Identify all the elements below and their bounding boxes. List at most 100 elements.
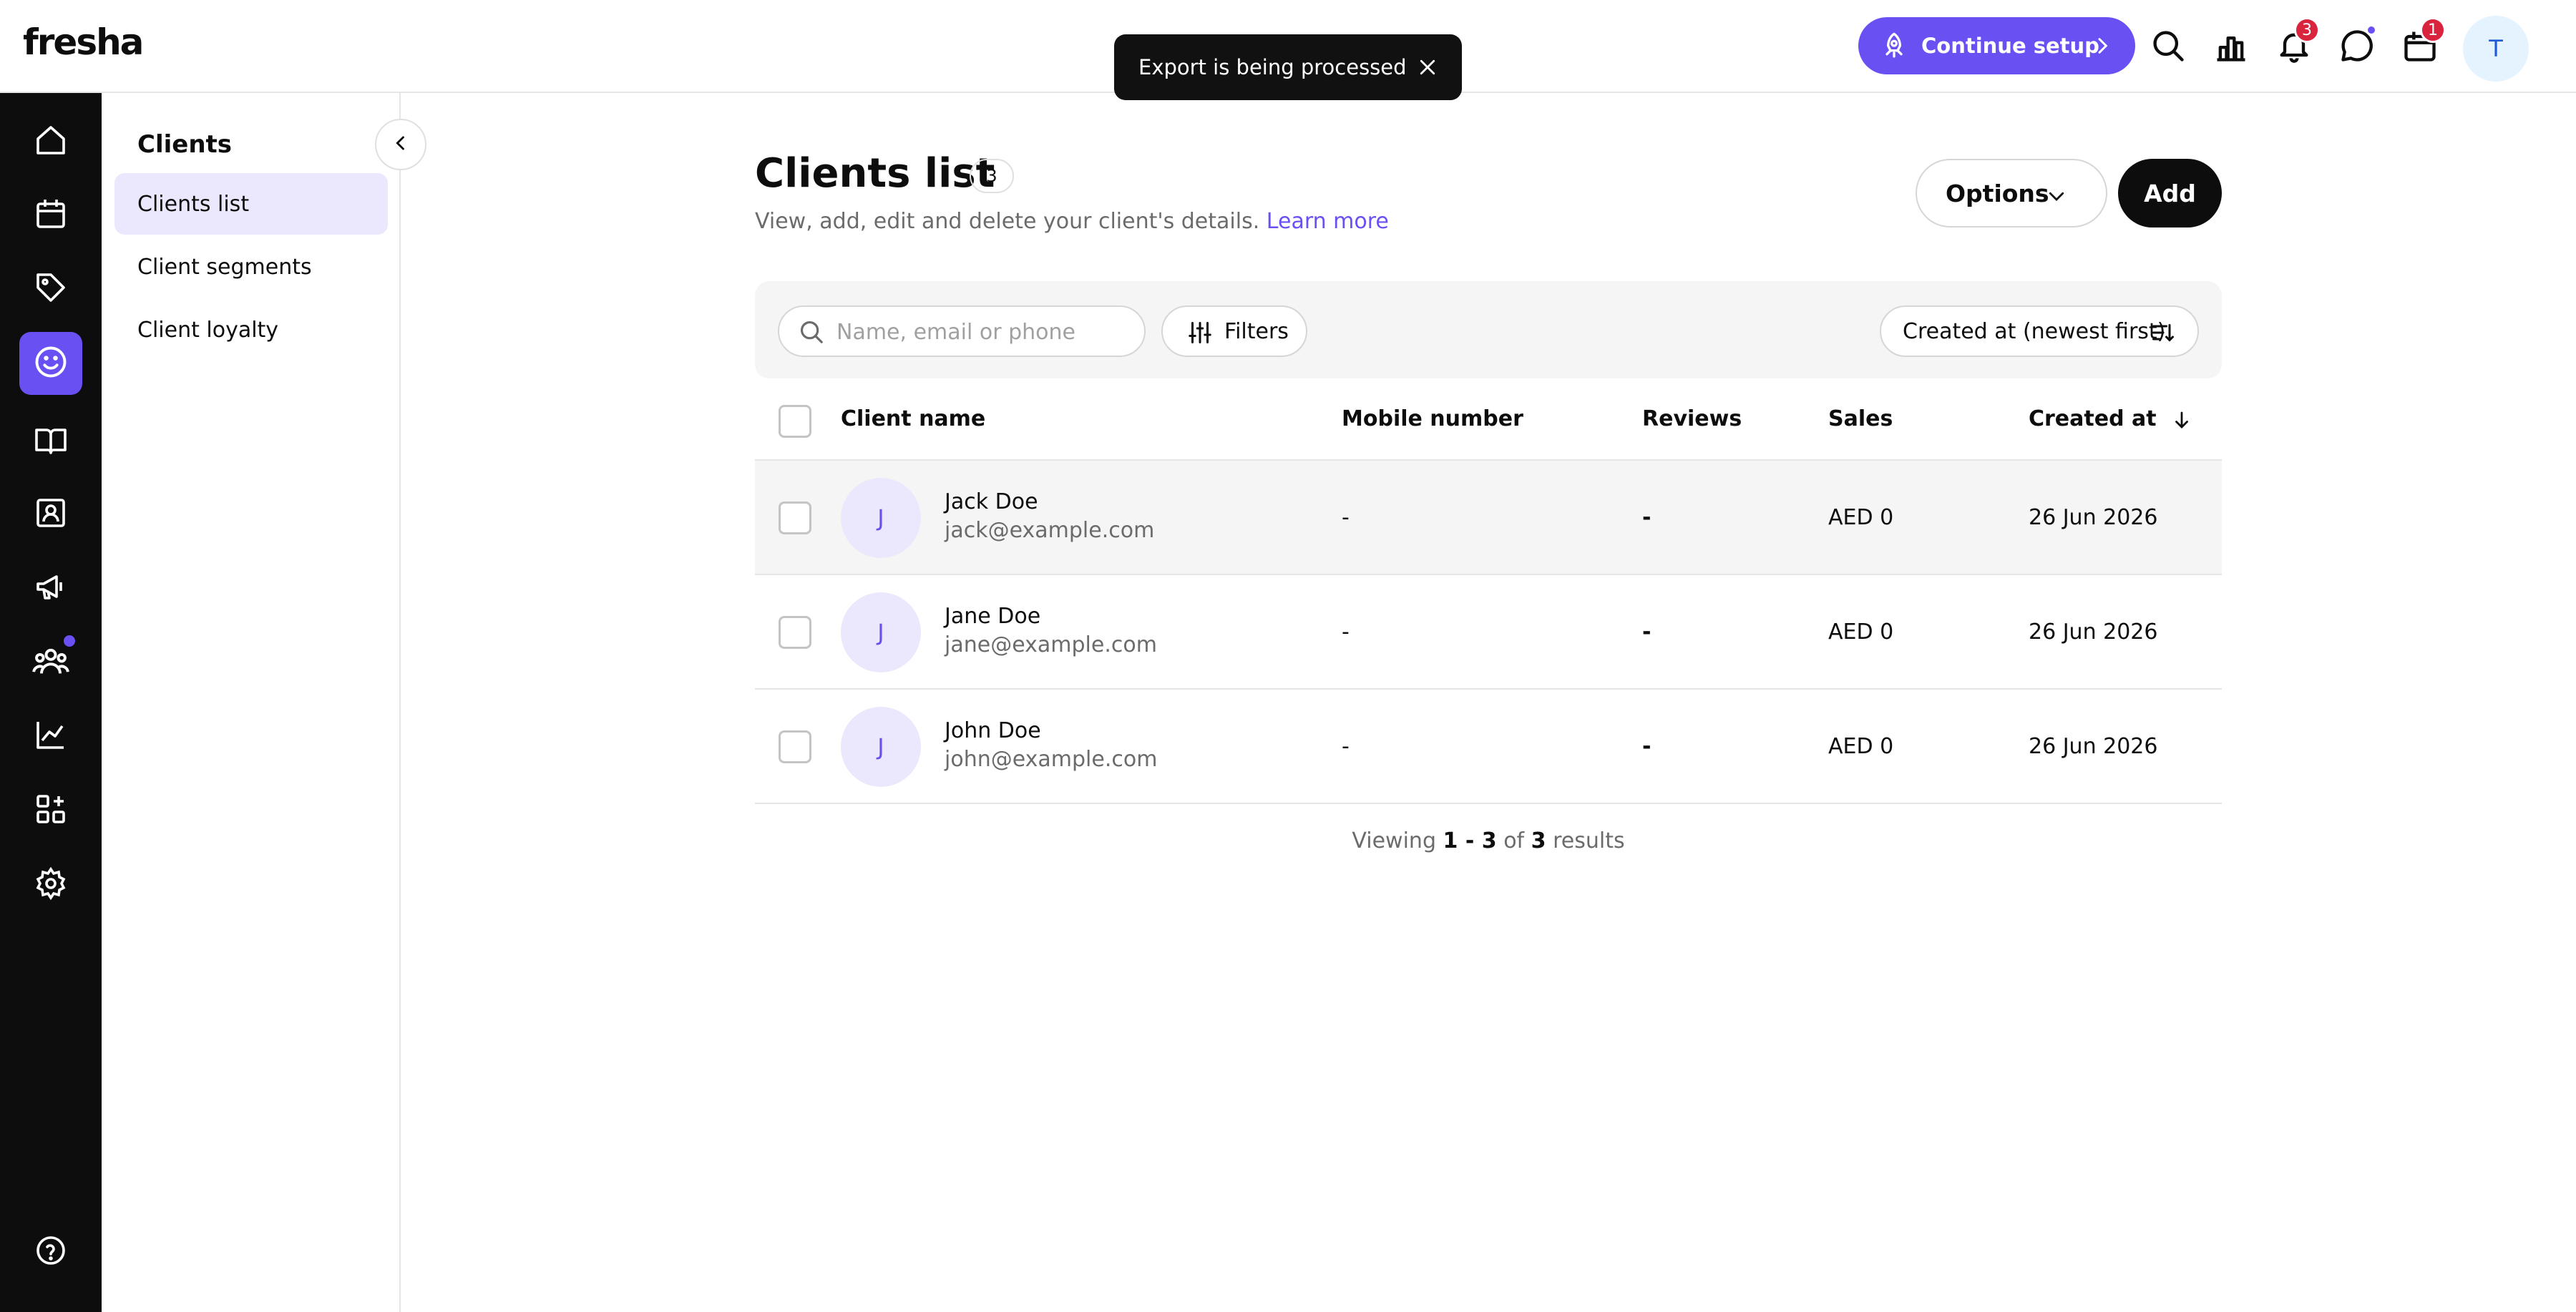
- search-icon[interactable]: [2147, 24, 2190, 67]
- subnav-item-client-loyalty[interactable]: Client loyalty: [114, 299, 388, 361]
- column-header-mobile-number[interactable]: Mobile number: [1342, 406, 1523, 431]
- client-mobile: -: [1342, 505, 1350, 530]
- gear-icon: [34, 866, 68, 904]
- options-button[interactable]: Options: [1916, 159, 2107, 227]
- sort-label: Created at (newest first): [1903, 318, 2166, 344]
- client-avatar: J: [841, 707, 921, 787]
- team-notification-dot: [64, 635, 75, 647]
- bar-chart-icon[interactable]: [2210, 24, 2253, 67]
- chat-bubble-icon[interactable]: [2336, 24, 2379, 67]
- client-created-at: 26 Jun 2026: [2029, 620, 2158, 645]
- pagination-total: 3: [1531, 828, 1546, 853]
- search-box[interactable]: [778, 305, 1146, 357]
- calendar-check-icon[interactable]: 1: [2399, 17, 2446, 67]
- client-email: john@example.com: [945, 747, 1158, 772]
- subnav-item-label: Client loyalty: [137, 317, 279, 343]
- chevron-left-icon: [391, 133, 411, 156]
- client-avatar: J: [841, 478, 921, 558]
- notifications-badge: 3: [2294, 17, 2320, 43]
- created-at-label: Created at: [2029, 406, 2157, 431]
- row-checkbox[interactable]: [779, 730, 811, 763]
- tag-icon: [34, 270, 68, 308]
- table-header: Client name Mobile number Reviews Sales …: [755, 382, 2222, 461]
- pagination-of: of: [1503, 828, 1525, 853]
- rail-sales[interactable]: [19, 258, 82, 320]
- continue-setup-button[interactable]: Continue setup: [1858, 17, 2135, 74]
- filters-button[interactable]: Filters: [1161, 305, 1307, 357]
- page-title: Clients list: [755, 150, 995, 197]
- apps-icon: [34, 792, 68, 829]
- client-mobile: -: [1342, 734, 1350, 759]
- toast-message: Export is being processed: [1138, 55, 1407, 79]
- rail-settings[interactable]: [19, 853, 82, 916]
- column-header-reviews[interactable]: Reviews: [1642, 406, 1742, 431]
- client-reviews: -: [1642, 505, 1652, 530]
- rail-team-members[interactable]: [19, 631, 82, 694]
- chart-icon: [34, 718, 68, 755]
- page-subtitle: View, add, edit and delete your client's…: [755, 209, 1389, 234]
- subnav-item-clients-list[interactable]: Clients list: [114, 173, 388, 235]
- clients-subnav: Clients Clients list Client segments Cli…: [102, 93, 401, 1312]
- notifications-bell-icon[interactable]: 3: [2273, 17, 2320, 67]
- people-icon: [32, 642, 69, 682]
- pagination-range: 1 - 3: [1443, 828, 1497, 853]
- rocket-icon: [1880, 31, 1908, 65]
- chat-unread-dot: [2366, 24, 2377, 36]
- clients-table: Client name Mobile number Reviews Sales …: [755, 382, 2222, 804]
- user-avatar[interactable]: T: [2463, 16, 2529, 82]
- rail-reports[interactable]: [19, 705, 82, 768]
- client-name[interactable]: John Doe: [945, 718, 1041, 743]
- table-row[interactable]: J Jack Doe jack@example.com - - AED 0 26…: [755, 461, 2222, 575]
- table-row[interactable]: J John Doe john@example.com - - AED 0 26…: [755, 690, 2222, 804]
- client-email: jack@example.com: [945, 518, 1155, 543]
- sort-button[interactable]: Created at (newest first): [1880, 305, 2199, 357]
- subnav-item-client-segments[interactable]: Client segments: [114, 236, 388, 298]
- client-sales: AED 0: [1828, 734, 1894, 759]
- rail-catalog[interactable]: [19, 410, 82, 473]
- search-input[interactable]: [836, 317, 1130, 347]
- filters-label: Filters: [1224, 318, 1289, 344]
- pagination-summary: Viewing 1 - 3 of 3 results: [755, 828, 2222, 853]
- client-avatar: J: [841, 592, 921, 672]
- rail-team[interactable]: [19, 483, 82, 546]
- column-header-created-at[interactable]: Created at: [2029, 406, 2192, 431]
- chevron-right-icon: [2091, 34, 2114, 62]
- book-icon: [34, 423, 68, 460]
- calendar-icon: [34, 197, 68, 234]
- client-count-badge: 3: [970, 159, 1014, 193]
- fresha-logo[interactable]: fresha: [23, 21, 144, 63]
- client-sales: AED 0: [1828, 620, 1894, 645]
- client-created-at: 26 Jun 2026: [2029, 505, 2158, 530]
- table-row[interactable]: J Jane Doe jane@example.com - - AED 0 26…: [755, 575, 2222, 690]
- column-header-sales[interactable]: Sales: [1828, 406, 1893, 431]
- client-reviews: -: [1642, 620, 1652, 645]
- arrow-down-icon: [2175, 411, 2188, 429]
- subnav-item-label: Client segments: [137, 254, 312, 280]
- add-client-button[interactable]: Add: [2118, 159, 2222, 227]
- client-created-at: 26 Jun 2026: [2029, 734, 2158, 759]
- client-name[interactable]: Jack Doe: [945, 489, 1038, 514]
- rail-help[interactable]: [19, 1220, 82, 1283]
- rail-home[interactable]: [19, 110, 82, 173]
- collapse-sidebar-button[interactable]: [375, 119, 426, 170]
- rail-calendar[interactable]: [19, 184, 82, 247]
- rail-clients[interactable]: [19, 332, 82, 395]
- smiley-icon: [32, 343, 69, 383]
- continue-setup-label: Continue setup: [1921, 34, 2099, 58]
- filter-bar: Filters Created at (newest first): [755, 281, 2222, 378]
- learn-more-link[interactable]: Learn more: [1267, 209, 1389, 234]
- row-checkbox[interactable]: [779, 501, 811, 534]
- subtitle-text: View, add, edit and delete your client's…: [755, 209, 1260, 234]
- client-mobile: -: [1342, 620, 1350, 645]
- close-icon[interactable]: [1412, 52, 1443, 83]
- export-toast: Export is being processed: [1114, 34, 1462, 100]
- rail-add-ons[interactable]: [19, 779, 82, 842]
- client-name[interactable]: Jane Doe: [945, 604, 1040, 629]
- column-header-client-name[interactable]: Client name: [841, 406, 985, 431]
- rail-marketing[interactable]: [19, 557, 82, 620]
- row-checkbox[interactable]: [779, 616, 811, 649]
- subnav-title: Clients: [137, 130, 233, 159]
- select-all-checkbox[interactable]: [779, 405, 811, 438]
- sliders-icon: [1187, 320, 1213, 351]
- client-reviews: -: [1642, 734, 1652, 759]
